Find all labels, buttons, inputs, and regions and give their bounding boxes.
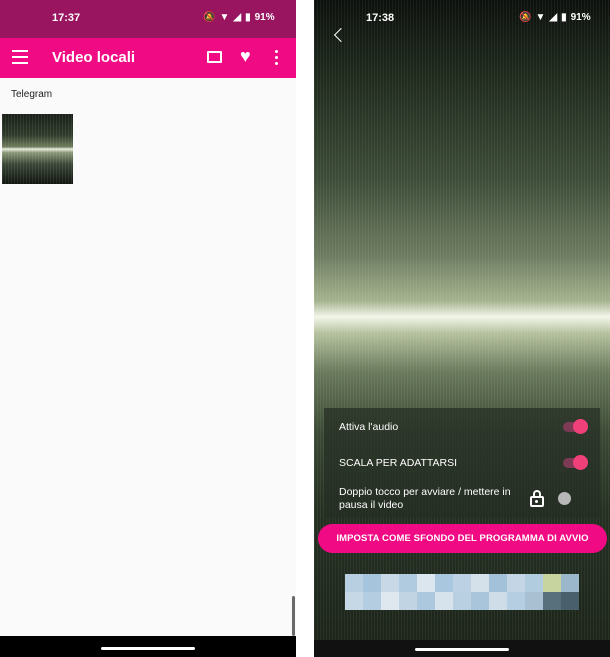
lock-icon: [530, 490, 544, 507]
double-tap-toggle[interactable]: [558, 492, 571, 505]
mute-icon: 🔕: [519, 12, 532, 23]
right-phone-screen: 17:38 🔕 ▼ ◢ ▮ 91% Attiva l'audio SCALA P…: [314, 0, 610, 657]
status-bar: 17:38 🔕 ▼ ◢ ▮ 91%: [314, 0, 610, 38]
screen-divider: [296, 0, 314, 657]
cast-icon[interactable]: [207, 51, 222, 63]
status-icons: 🔕 ▼ ◢ ▮ 91%: [519, 12, 591, 23]
audio-option-label: Attiva l'audio: [339, 421, 399, 433]
signal-icon: ◢: [549, 12, 558, 23]
wifi-icon: ▼: [219, 12, 230, 23]
folder-label: Telegram: [11, 89, 53, 100]
home-gesture-handle[interactable]: [101, 647, 195, 650]
screenshot-stage: 17:37 🔕 ▼ ◢ ▮ 91% Video locali ♥ Telegra…: [0, 0, 610, 657]
signal-icon: ◢: [233, 12, 242, 23]
status-time: 17:38: [366, 12, 395, 24]
wifi-icon: ▼: [535, 12, 546, 23]
mute-icon: 🔕: [203, 12, 216, 23]
status-icons: 🔕 ▼ ◢ ▮ 91%: [203, 12, 275, 23]
left-phone-screen: 17:37 🔕 ▼ ◢ ▮ 91% Video locali ♥ Telegra…: [0, 0, 296, 657]
ad-banner[interactable]: [345, 574, 579, 610]
battery-percent: 91%: [570, 12, 591, 23]
navigation-bar: [0, 636, 296, 657]
video-thumbnail[interactable]: [2, 114, 73, 184]
battery-percent: 91%: [254, 12, 275, 23]
app-bar: Video locali ♥: [0, 38, 296, 78]
scale-toggle[interactable]: [563, 455, 588, 470]
status-time: 17:37: [52, 12, 81, 24]
status-bar: 17:37 🔕 ▼ ◢ ▮ 91%: [0, 0, 296, 38]
battery-icon: ▮: [561, 12, 567, 23]
battery-icon: ▮: [245, 12, 251, 23]
scale-option-label: SCALA PER ADATTARSI: [339, 457, 458, 469]
navigation-bar: [314, 640, 610, 657]
heart-icon[interactable]: ♥: [240, 46, 251, 66]
audio-toggle[interactable]: [563, 419, 588, 434]
scrollbar[interactable]: [292, 596, 295, 636]
page-title: Video locali: [52, 49, 136, 66]
home-gesture-handle[interactable]: [415, 648, 509, 651]
more-vert-icon[interactable]: [275, 50, 279, 68]
menu-icon[interactable]: [12, 50, 28, 64]
double-tap-option-label: Doppio tocco per avviare / mettere in pa…: [339, 486, 511, 511]
set-launcher-wallpaper-button[interactable]: IMPOSTA COME SFONDO DEL PROGRAMMA DI AVV…: [318, 524, 607, 553]
